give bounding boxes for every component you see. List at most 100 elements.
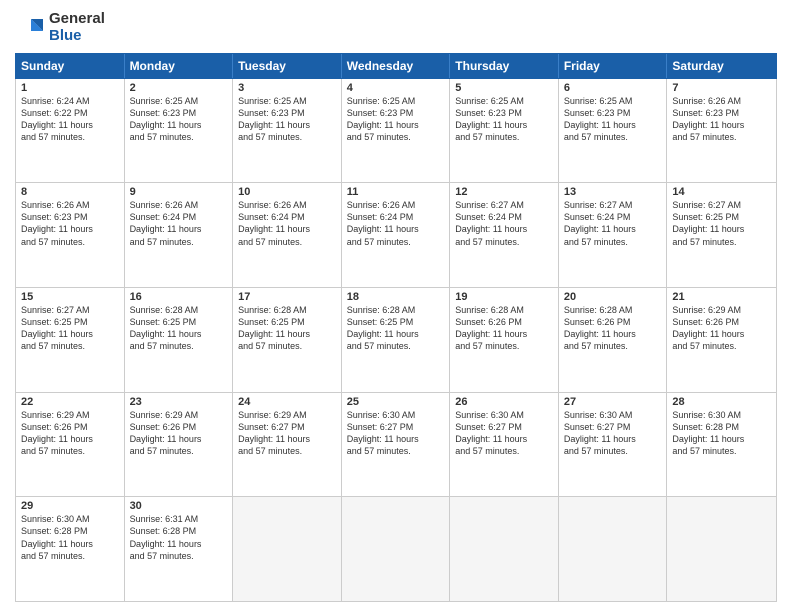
day-number: 3 <box>238 82 336 94</box>
cell-info-line: and 57 minutes. <box>21 550 119 562</box>
cell-info-line: and 57 minutes. <box>455 236 553 248</box>
empty-cell <box>342 497 451 601</box>
cell-info-line: and 57 minutes. <box>347 445 445 457</box>
day-cell-27: 27Sunrise: 6:30 AMSunset: 6:27 PMDayligh… <box>559 393 668 497</box>
cell-info-line: Sunset: 6:23 PM <box>455 107 553 119</box>
cell-info-line: Sunset: 6:25 PM <box>130 316 228 328</box>
cell-info-line: Sunset: 6:27 PM <box>564 421 662 433</box>
cell-info-line: Daylight: 11 hours <box>672 433 771 445</box>
cell-info-line: and 57 minutes. <box>672 445 771 457</box>
day-number: 22 <box>21 396 119 408</box>
logo: General Blue <box>15 10 105 45</box>
cell-info-line: Sunrise: 6:30 AM <box>347 409 445 421</box>
cell-info-line: Sunrise: 6:29 AM <box>130 409 228 421</box>
cell-info-line: Sunrise: 6:25 AM <box>130 95 228 107</box>
day-cell-5: 5Sunrise: 6:25 AMSunset: 6:23 PMDaylight… <box>450 79 559 183</box>
day-cell-22: 22Sunrise: 6:29 AMSunset: 6:26 PMDayligh… <box>16 393 125 497</box>
week-row-5: 29Sunrise: 6:30 AMSunset: 6:28 PMDayligh… <box>16 497 776 601</box>
day-cell-23: 23Sunrise: 6:29 AMSunset: 6:26 PMDayligh… <box>125 393 234 497</box>
header: General Blue <box>15 10 777 45</box>
cell-info-line: and 57 minutes. <box>130 340 228 352</box>
header-day-saturday: Saturday <box>667 54 776 78</box>
cell-info-line: and 57 minutes. <box>238 236 336 248</box>
day-cell-15: 15Sunrise: 6:27 AMSunset: 6:25 PMDayligh… <box>16 288 125 392</box>
day-number: 25 <box>347 396 445 408</box>
cell-info-line: and 57 minutes. <box>21 131 119 143</box>
day-number: 28 <box>672 396 771 408</box>
cell-info-line: and 57 minutes. <box>130 131 228 143</box>
cell-info-line: Sunset: 6:23 PM <box>564 107 662 119</box>
day-cell-9: 9Sunrise: 6:26 AMSunset: 6:24 PMDaylight… <box>125 183 234 287</box>
empty-cell <box>233 497 342 601</box>
cell-info-line: Daylight: 11 hours <box>21 328 119 340</box>
logo-text-line1: General <box>49 10 105 27</box>
day-cell-6: 6Sunrise: 6:25 AMSunset: 6:23 PMDaylight… <box>559 79 668 183</box>
day-number: 19 <box>455 291 553 303</box>
cell-info-line: and 57 minutes. <box>672 340 771 352</box>
cell-info-line: Sunrise: 6:28 AM <box>347 304 445 316</box>
cell-info-line: Sunset: 6:22 PM <box>21 107 119 119</box>
day-cell-7: 7Sunrise: 6:26 AMSunset: 6:23 PMDaylight… <box>667 79 776 183</box>
day-cell-10: 10Sunrise: 6:26 AMSunset: 6:24 PMDayligh… <box>233 183 342 287</box>
cell-info-line: Daylight: 11 hours <box>130 538 228 550</box>
cell-info-line: and 57 minutes. <box>130 236 228 248</box>
day-cell-19: 19Sunrise: 6:28 AMSunset: 6:26 PMDayligh… <box>450 288 559 392</box>
cell-info-line: Sunrise: 6:29 AM <box>672 304 771 316</box>
cell-info-line: and 57 minutes. <box>21 236 119 248</box>
logo-text-line2: Blue <box>49 27 105 44</box>
cell-info-line: Sunrise: 6:26 AM <box>21 199 119 211</box>
cell-info-line: and 57 minutes. <box>238 340 336 352</box>
cell-info-line: Sunrise: 6:25 AM <box>455 95 553 107</box>
day-number: 10 <box>238 186 336 198</box>
day-cell-11: 11Sunrise: 6:26 AMSunset: 6:24 PMDayligh… <box>342 183 451 287</box>
cell-info-line: Daylight: 11 hours <box>21 433 119 445</box>
cell-info-line: Daylight: 11 hours <box>455 433 553 445</box>
cell-info-line: Sunset: 6:27 PM <box>347 421 445 433</box>
cell-info-line: Sunset: 6:23 PM <box>347 107 445 119</box>
cell-info-line: and 57 minutes. <box>455 445 553 457</box>
cell-info-line: Sunrise: 6:28 AM <box>130 304 228 316</box>
day-cell-21: 21Sunrise: 6:29 AMSunset: 6:26 PMDayligh… <box>667 288 776 392</box>
cell-info-line: Daylight: 11 hours <box>238 223 336 235</box>
cell-info-line: and 57 minutes. <box>130 445 228 457</box>
day-number: 11 <box>347 186 445 198</box>
day-cell-16: 16Sunrise: 6:28 AMSunset: 6:25 PMDayligh… <box>125 288 234 392</box>
calendar-body: 1Sunrise: 6:24 AMSunset: 6:22 PMDaylight… <box>15 79 777 603</box>
day-number: 12 <box>455 186 553 198</box>
calendar-header: SundayMondayTuesdayWednesdayThursdayFrid… <box>15 53 777 79</box>
day-number: 9 <box>130 186 228 198</box>
cell-info-line: Sunset: 6:28 PM <box>130 525 228 537</box>
cell-info-line: Daylight: 11 hours <box>347 433 445 445</box>
week-row-4: 22Sunrise: 6:29 AMSunset: 6:26 PMDayligh… <box>16 393 776 498</box>
cell-info-line: Sunset: 6:23 PM <box>238 107 336 119</box>
day-number: 23 <box>130 396 228 408</box>
day-cell-24: 24Sunrise: 6:29 AMSunset: 6:27 PMDayligh… <box>233 393 342 497</box>
cell-info-line: Sunset: 6:26 PM <box>672 316 771 328</box>
cell-info-line: Daylight: 11 hours <box>130 433 228 445</box>
day-cell-29: 29Sunrise: 6:30 AMSunset: 6:28 PMDayligh… <box>16 497 125 601</box>
day-number: 27 <box>564 396 662 408</box>
cell-info-line: Daylight: 11 hours <box>347 328 445 340</box>
cell-info-line: Sunrise: 6:27 AM <box>21 304 119 316</box>
cell-info-line: Sunrise: 6:25 AM <box>347 95 445 107</box>
cell-info-line: Sunset: 6:24 PM <box>238 211 336 223</box>
day-cell-14: 14Sunrise: 6:27 AMSunset: 6:25 PMDayligh… <box>667 183 776 287</box>
empty-cell <box>450 497 559 601</box>
cell-info-line: Sunset: 6:28 PM <box>672 421 771 433</box>
cell-info-line: Daylight: 11 hours <box>238 119 336 131</box>
day-number: 29 <box>21 500 119 512</box>
cell-info-line: Sunset: 6:24 PM <box>455 211 553 223</box>
day-number: 4 <box>347 82 445 94</box>
day-number: 16 <box>130 291 228 303</box>
cell-info-line: Sunset: 6:25 PM <box>347 316 445 328</box>
day-cell-13: 13Sunrise: 6:27 AMSunset: 6:24 PMDayligh… <box>559 183 668 287</box>
cell-info-line: Sunrise: 6:31 AM <box>130 513 228 525</box>
cell-info-line: Daylight: 11 hours <box>672 119 771 131</box>
page: General Blue SundayMondayTuesdayWednesda… <box>0 0 792 612</box>
day-number: 30 <box>130 500 228 512</box>
day-number: 13 <box>564 186 662 198</box>
cell-info-line: and 57 minutes. <box>347 236 445 248</box>
cell-info-line: Sunset: 6:23 PM <box>130 107 228 119</box>
cell-info-line: and 57 minutes. <box>564 131 662 143</box>
cell-info-line: and 57 minutes. <box>564 236 662 248</box>
